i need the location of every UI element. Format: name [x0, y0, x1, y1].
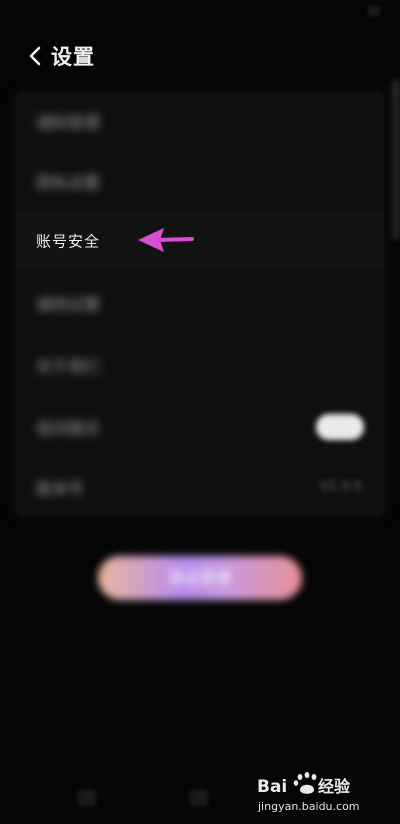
nav-back-icon[interactable]: [78, 790, 96, 806]
toggle-switch[interactable]: [316, 414, 364, 440]
nav-home-icon[interactable]: [190, 790, 208, 806]
scrollbar[interactable]: [392, 80, 400, 240]
svg-text:经验: 经验: [318, 777, 351, 796]
settings-item-label: 通知管理: [36, 113, 101, 132]
back-button[interactable]: [24, 42, 46, 70]
settings-item-account-security[interactable]: 账号安全: [16, 212, 384, 270]
settings-item-label: 版本号: [36, 479, 85, 498]
settings-list: 通知管理 隐私设置 账号安全 通用设置 关于我们 夜间模式 版本号 V1.0.0: [16, 92, 384, 516]
settings-item-version[interactable]: 版本号 V1.0.0: [16, 458, 384, 516]
settings-item-label: 关于我们: [36, 357, 101, 376]
settings-item-privacy[interactable]: 隐私设置: [16, 152, 384, 210]
settings-item-toggle[interactable]: 夜间模式: [16, 398, 384, 456]
settings-item-general[interactable]: 通用设置: [16, 274, 384, 332]
chevron-left-icon: [29, 46, 41, 66]
settings-item-about[interactable]: 关于我们: [16, 336, 384, 394]
svg-text:Bai: Bai: [257, 777, 287, 797]
settings-item-label: 夜间模式: [36, 419, 101, 438]
status-bar-icon: [368, 6, 380, 16]
settings-item-label: 账号安全: [36, 232, 101, 251]
settings-item-value: V1.0.0: [320, 479, 362, 495]
annotation-arrow-icon: [138, 228, 194, 252]
logout-button-label: 退出登录: [167, 568, 232, 587]
baidu-jingyan-watermark: Bai 经验 jingyan.baidu.com: [257, 772, 360, 813]
settings-screen: 设置 通知管理 隐私设置 账号安全 通用设置 关于我们 夜间模式 版本号 V1.…: [0, 0, 400, 824]
settings-item-label: 隐私设置: [36, 173, 101, 192]
settings-item-notifications[interactable]: 通知管理: [16, 92, 384, 150]
logout-button[interactable]: 退出登录: [98, 556, 302, 600]
page-title: 设置: [51, 45, 95, 69]
settings-item-label: 通用设置: [36, 295, 101, 314]
header: 设置: [0, 30, 400, 82]
watermark-url: jingyan.baidu.com: [257, 800, 360, 813]
